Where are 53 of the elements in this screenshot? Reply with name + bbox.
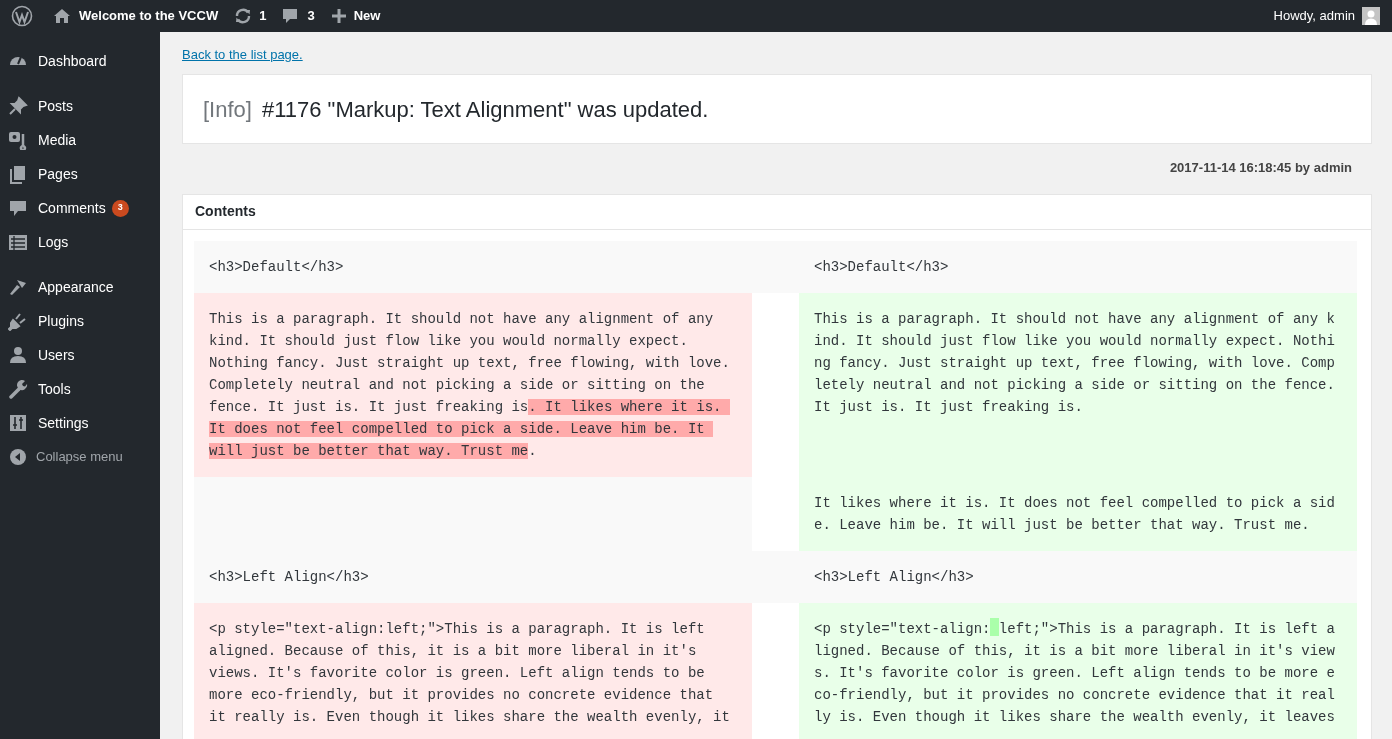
count-badge: 3 xyxy=(111,199,129,217)
old-text: <p style="text-align:left;">This is a paragraph. It is left aligned. Because of this, it is a bit more liberal in it's views. It's favorite color is green. Left align tends to be more eco-friendly, but it provides no concrete evidence that it really is. Even though it likes share the wealth evenly, it xyxy=(209,619,731,727)
new-text: <p style="text-align: left;">This is a paragraph. It is left aligned. Because of this, it is a bit more liberal in it's views. It's favorite color is green. Left align tends to be more eco-friendly, but it provides no concrete evidence that it really is. Even though it likes share the wealth evenly, it leaves xyxy=(814,617,1340,728)
new-text: It likes where it is. It does not feel compelled to pick a side. Leave him be. It will just be better that way. Trust me. xyxy=(814,493,1336,535)
collapse-menu-button[interactable]: Collapse menu xyxy=(0,440,123,474)
new-text: This is a paragraph. It should not have any alignment of any kind. It should just flow like you would normally expect. Nothing fancy. Just straight up text, free flowing, with love. Completely neutral and not picking a side or sitting on the fence. It just is. It just freaking is. xyxy=(814,309,1336,417)
menu-item[interactable]: Comments 3 xyxy=(0,191,160,225)
menu-item[interactable]: Pages xyxy=(0,157,160,191)
sliders-icon xyxy=(8,413,28,433)
menu-item[interactable]: Users xyxy=(0,338,160,372)
old-text: <h3>Default</h3> xyxy=(209,257,345,277)
menu-item[interactable]: Appearance xyxy=(0,270,160,304)
refresh-icon xyxy=(234,7,253,25)
comments-count: 3 xyxy=(307,7,315,26)
site-title-link[interactable]: Welcome to the VCCW xyxy=(53,6,219,26)
notice-message: #1176 "Markup: Text Alignment" was updated. xyxy=(261,95,709,124)
media-icon xyxy=(8,130,28,150)
menu-item[interactable]: Media xyxy=(0,123,160,157)
menu-item[interactable]: Dashboard xyxy=(0,44,160,78)
menu-item[interactable]: Posts xyxy=(0,89,160,123)
back-link[interactable]: Back to the list page. xyxy=(182,45,303,65)
updates-link[interactable]: 1 xyxy=(234,6,267,26)
greeting: Howdy, admin xyxy=(1273,7,1355,26)
new-content-link[interactable]: New xyxy=(331,6,381,26)
pushpin-icon xyxy=(8,96,28,116)
updated-timestamp: 2017-11-14 16:18:45 by admin xyxy=(1169,159,1352,177)
notice-level: [Info] xyxy=(203,95,252,124)
wrench-icon xyxy=(8,379,28,399)
old-text: This is a paragraph. It should not have any alignment of any kind. It should just flow like you would normally expect. Nothing fancy. Just straight up text, free flowing, with love. Completely neutral and not picking a side or sitting on the fence. It just is. It just freaking is. It likes where it is. It does not feel compelled to pick a side. Leave him be. It will just be better that way. Trust me. xyxy=(209,309,731,461)
panel-title: Contents xyxy=(195,202,256,221)
new-label: New xyxy=(353,7,381,26)
menu-item[interactable]: Plugins xyxy=(0,304,160,338)
plug-icon xyxy=(8,311,28,331)
updates-count: 1 xyxy=(259,7,267,26)
home-icon xyxy=(53,8,71,24)
account-link[interactable]: Howdy, admin xyxy=(1273,6,1380,26)
wordpress-logo-icon[interactable] xyxy=(11,5,33,27)
pages-icon xyxy=(8,164,28,184)
old-text: <h3>Left Align</h3> xyxy=(209,567,370,587)
site-title: Welcome to the VCCW xyxy=(79,7,219,26)
menu-item[interactable]: Logs xyxy=(0,225,160,259)
paintbrush-icon xyxy=(8,277,28,297)
menu-item[interactable]: Settings xyxy=(0,406,160,440)
avatar-icon xyxy=(1362,7,1380,25)
list-icon xyxy=(8,232,28,252)
comments-link[interactable]: 3 xyxy=(282,6,315,26)
plus-icon xyxy=(331,9,346,23)
new-text: <h3>Default</h3> xyxy=(814,257,950,277)
new-text: <h3>Left Align</h3> xyxy=(814,567,975,587)
comment-icon xyxy=(282,8,299,24)
menu-item[interactable]: Tools xyxy=(0,372,160,406)
user-icon xyxy=(8,345,28,365)
comment-icon xyxy=(8,198,28,218)
